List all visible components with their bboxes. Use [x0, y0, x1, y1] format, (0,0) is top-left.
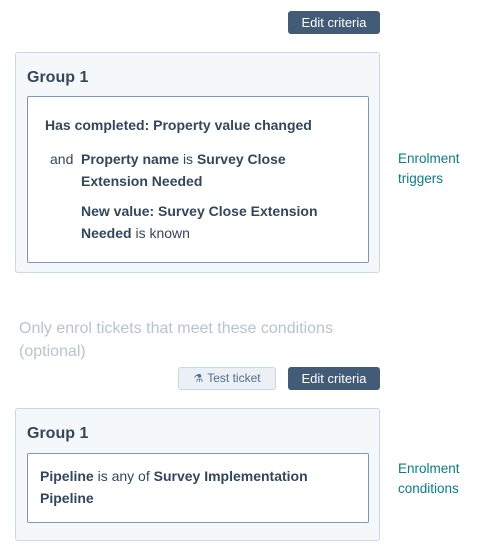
- condition-prefix-and: and: [50, 151, 74, 167]
- test-ticket-button[interactable]: ⚗ Test ticket: [178, 367, 276, 390]
- hint-line: Only enrol tickets that meet these condi…: [19, 320, 333, 337]
- test-ticket-label: Test ticket: [207, 371, 261, 385]
- property-label: Property name: [81, 151, 180, 167]
- operator-is: is: [182, 151, 194, 167]
- new-value-condition-continued: Needed is known: [81, 222, 190, 244]
- conditions-hint-text: Only enrol tickets that meet these condi…: [19, 317, 379, 363]
- trigger-criteria-box[interactable]: Has completed: Property value changed an…: [27, 96, 369, 263]
- flask-icon: ⚗: [193, 373, 204, 385]
- side-label-line: Enrolment: [398, 151, 460, 166]
- new-value-condition: New value: Survey Close Extension: [81, 203, 318, 219]
- condition-group-card: Group 1 Pipeline is any of Survey Implem…: [15, 408, 380, 541]
- side-label-line: Enrolment: [398, 461, 460, 476]
- new-value-bold: Needed: [81, 225, 132, 241]
- side-label-line: conditions: [398, 481, 459, 496]
- group-title: Group 1: [27, 425, 89, 442]
- pipeline-value-continued: Pipeline: [40, 490, 94, 506]
- edit-criteria-triggers-button[interactable]: Edit criteria: [288, 11, 380, 34]
- enrolment-conditions-label: Enrolment conditions: [398, 459, 460, 499]
- edit-criteria-conditions-button[interactable]: Edit criteria: [288, 367, 380, 390]
- pipeline-label: Pipeline: [40, 468, 94, 484]
- pipeline-value: Survey Implementation: [153, 468, 308, 484]
- group-title: Group 1: [27, 69, 89, 86]
- trigger-rule: Has completed: Property value changed: [45, 117, 312, 133]
- trigger-group-card: Group 1 Has completed: Property value ch…: [15, 52, 380, 273]
- enrolment-triggers-label: Enrolment triggers: [398, 149, 460, 189]
- property-value-continued: Extension Needed: [81, 173, 203, 189]
- side-label-line: triggers: [398, 171, 444, 186]
- operator-is-any-of: is any of: [97, 468, 150, 484]
- condition-property-name-line: Property name is Survey Close: [81, 148, 286, 170]
- property-value: Survey Close: [196, 151, 286, 167]
- new-value-operator: is known: [135, 225, 190, 241]
- condition-criteria-box[interactable]: Pipeline is any of Survey Implementation…: [27, 453, 369, 523]
- pipeline-condition: Pipeline is any of Survey Implementation: [40, 465, 308, 487]
- hint-line: (optional): [19, 343, 86, 360]
